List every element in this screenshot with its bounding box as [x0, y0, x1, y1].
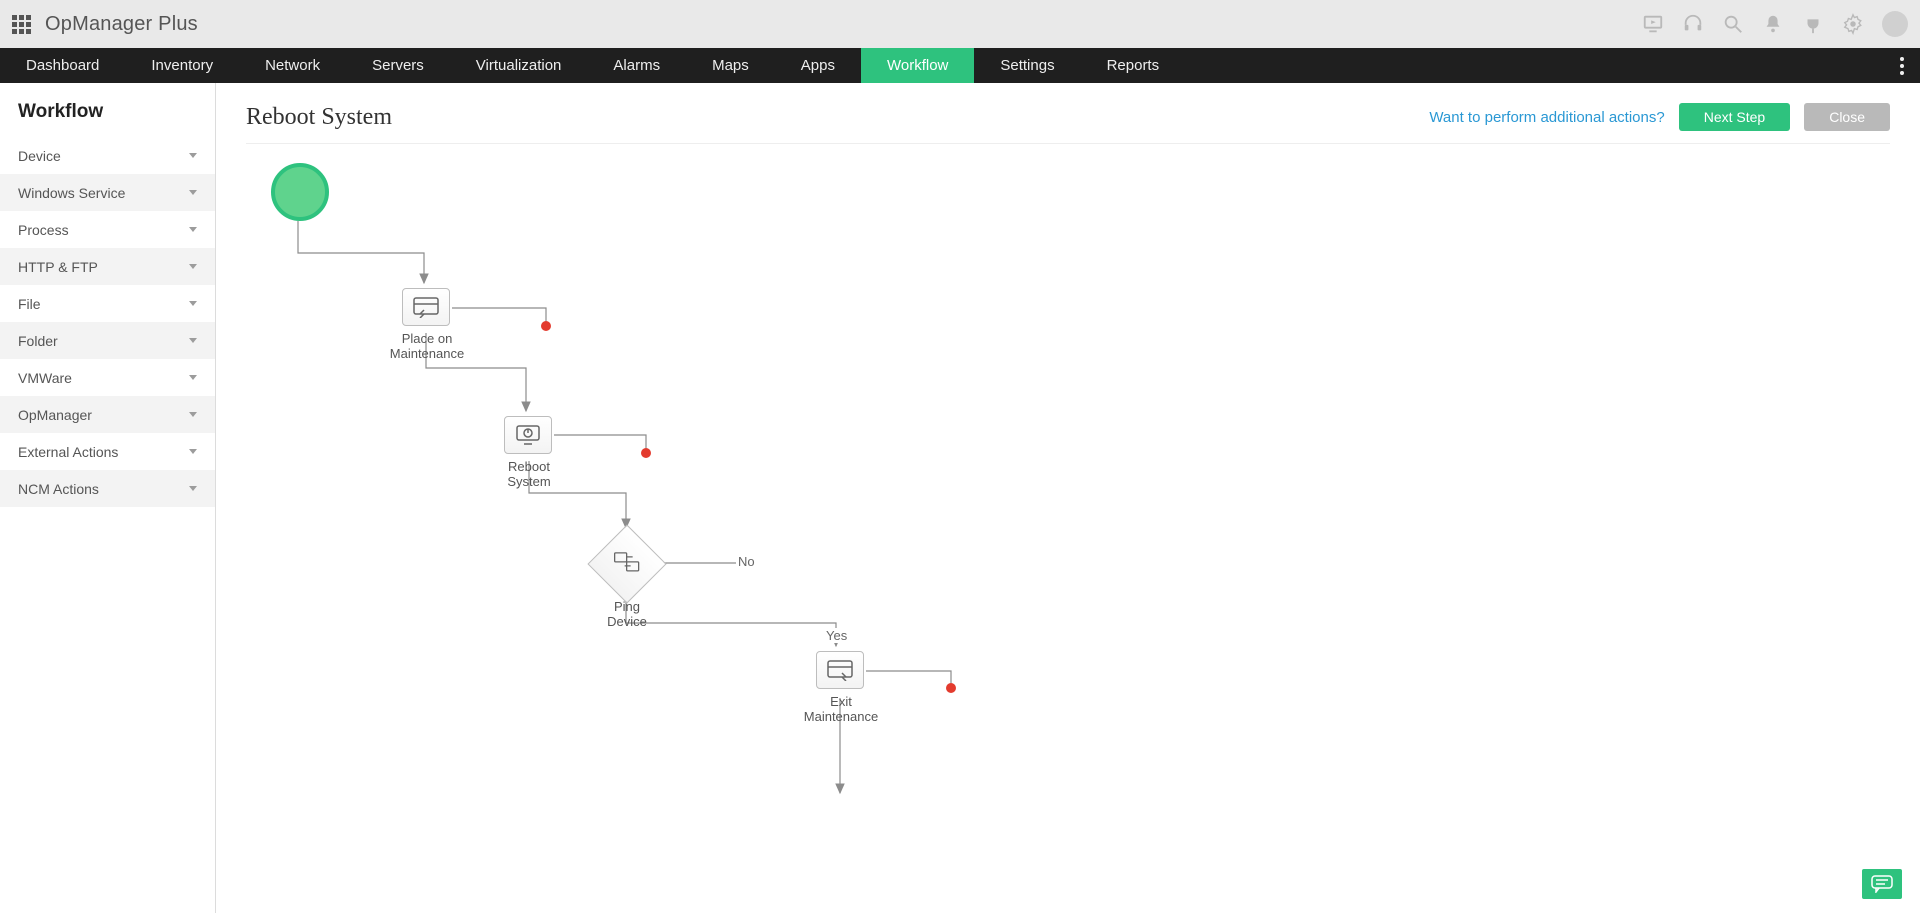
chevron-down-icon [189, 190, 197, 195]
nav-maps[interactable]: Maps [686, 48, 775, 83]
avatar-icon[interactable] [1882, 11, 1908, 37]
sidebar-item-folder[interactable]: Folder [0, 322, 215, 359]
nav-network[interactable]: Network [239, 48, 346, 83]
sidebar-item-opmanager[interactable]: OpManager [0, 396, 215, 433]
page-title: Reboot System [246, 104, 392, 131]
next-step-button[interactable]: Next Step [1679, 103, 1790, 131]
apps-grid-icon[interactable] [12, 15, 31, 34]
additional-actions-link[interactable]: Want to perform additional actions? [1429, 109, 1664, 126]
topbar: OpManager Plus [0, 0, 1920, 48]
topbar-action-icons [1642, 11, 1908, 37]
nav-reports[interactable]: Reports [1081, 48, 1186, 83]
chat-button[interactable] [1862, 869, 1902, 899]
nav-alarms[interactable]: Alarms [587, 48, 686, 83]
chevron-down-icon [189, 412, 197, 417]
edge-yes-label: Yes [824, 628, 849, 643]
flow-arrows [246, 153, 1890, 913]
node-ping-device[interactable] [587, 524, 666, 603]
node-place-maintenance[interactable] [402, 288, 450, 326]
nav-virtualization[interactable]: Virtualization [450, 48, 588, 83]
error-endpoint[interactable] [946, 683, 956, 693]
search-icon[interactable] [1722, 13, 1744, 35]
start-node[interactable] [271, 163, 329, 221]
headset-icon[interactable] [1682, 13, 1704, 35]
node-exit-maintenance[interactable] [816, 651, 864, 689]
nav-servers[interactable]: Servers [346, 48, 450, 83]
gear-icon[interactable] [1842, 13, 1864, 35]
nav-inventory[interactable]: Inventory [125, 48, 239, 83]
nav-more-icon[interactable] [1884, 48, 1920, 83]
edge-no-label: No [736, 554, 757, 569]
main-navbar: Dashboard Inventory Network Servers Virt… [0, 48, 1920, 83]
header-actions: Want to perform additional actions? Next… [1429, 103, 1890, 131]
sidebar-item-label: Process [18, 222, 69, 238]
sidebar-item-label: VMWare [18, 370, 72, 386]
sidebar-item-ncm-actions[interactable]: NCM Actions [0, 470, 215, 507]
brand-name: OpManager Plus [45, 13, 198, 36]
node-place-maintenance-label: Place on Maintenance [372, 331, 482, 361]
sidebar-item-http-ftp[interactable]: HTTP & FTP [0, 248, 215, 285]
sidebar-item-label: NCM Actions [18, 481, 99, 497]
chevron-down-icon [189, 301, 197, 306]
error-endpoint[interactable] [541, 321, 551, 331]
sidebar-item-external-actions[interactable]: External Actions [0, 433, 215, 470]
sidebar-item-label: Device [18, 148, 61, 164]
chevron-down-icon [189, 375, 197, 380]
node-ping-device-label: Ping Device [572, 599, 682, 629]
sidebar-item-label: File [18, 296, 41, 312]
sidebar-item-vmware[interactable]: VMWare [0, 359, 215, 396]
plug-icon[interactable] [1802, 13, 1824, 35]
chevron-down-icon [189, 227, 197, 232]
chevron-down-icon [189, 449, 197, 454]
nav-settings[interactable]: Settings [974, 48, 1080, 83]
sidebar-item-device[interactable]: Device [0, 137, 215, 174]
error-endpoint[interactable] [641, 448, 651, 458]
brand-area: OpManager Plus [12, 13, 198, 36]
node-reboot-system[interactable] [504, 416, 552, 454]
sidebar-title: Workflow [0, 83, 215, 137]
page-header: Reboot System Want to perform additional… [246, 103, 1890, 144]
close-button[interactable]: Close [1804, 103, 1890, 131]
nav-dashboard[interactable]: Dashboard [0, 48, 125, 83]
sidebar-item-label: Folder [18, 333, 58, 349]
sidebar-item-file[interactable]: File [0, 285, 215, 322]
node-exit-maintenance-label: Exit Maintenance [786, 694, 896, 724]
sidebar-item-windows-service[interactable]: Windows Service [0, 174, 215, 211]
sidebar-item-process[interactable]: Process [0, 211, 215, 248]
sidebar-item-label: Windows Service [18, 185, 125, 201]
sidebar-item-label: External Actions [18, 444, 118, 460]
sidebar-item-label: HTTP & FTP [18, 259, 98, 275]
workflow-canvas[interactable]: Place on Maintenance Reboot System Ping … [246, 153, 1890, 913]
main-content: Reboot System Want to perform additional… [216, 83, 1920, 913]
node-reboot-system-label: Reboot System [474, 459, 584, 489]
sidebar-item-label: OpManager [18, 407, 92, 423]
bell-icon[interactable] [1762, 13, 1784, 35]
nav-workflow[interactable]: Workflow [861, 48, 974, 83]
chevron-down-icon [189, 486, 197, 491]
demo-icon[interactable] [1642, 13, 1664, 35]
chevron-down-icon [189, 264, 197, 269]
sidebar: Workflow Device Windows Service Process … [0, 83, 216, 913]
chevron-down-icon [189, 153, 197, 158]
chevron-down-icon [189, 338, 197, 343]
nav-apps[interactable]: Apps [775, 48, 861, 83]
